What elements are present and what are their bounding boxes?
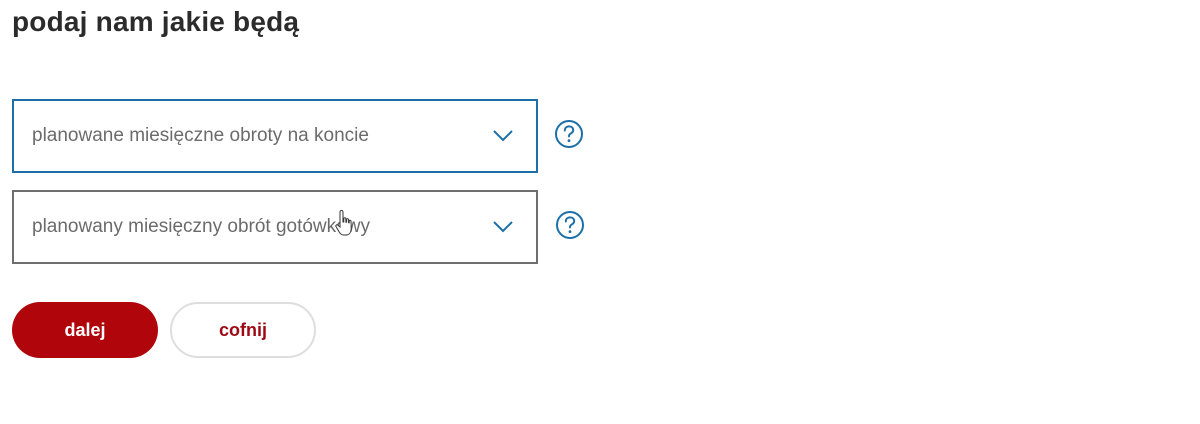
monthly-cash-turnover-select-label: planowany miesięczny obrót gotówkowy: [32, 216, 370, 237]
monthly-turnover-select-label: planowane miesięczne obroty na koncie: [32, 125, 369, 146]
question-circle-icon[interactable]: [555, 210, 585, 240]
back-button[interactable]: cofnij: [170, 302, 316, 358]
chevron-down-icon: [493, 221, 513, 233]
chevron-down-icon: [493, 130, 513, 142]
form-page: podaj nam jakie będą planowane miesięczn…: [0, 0, 1200, 424]
next-button[interactable]: dalej: [12, 302, 158, 358]
page-title: podaj nam jakie będą: [12, 6, 300, 37]
question-circle-icon[interactable]: [554, 119, 584, 149]
monthly-turnover-select[interactable]: planowane miesięczne obroty na koncie: [12, 99, 538, 173]
monthly-cash-turnover-select[interactable]: planowany miesięczny obrót gotówkowy: [12, 190, 538, 264]
